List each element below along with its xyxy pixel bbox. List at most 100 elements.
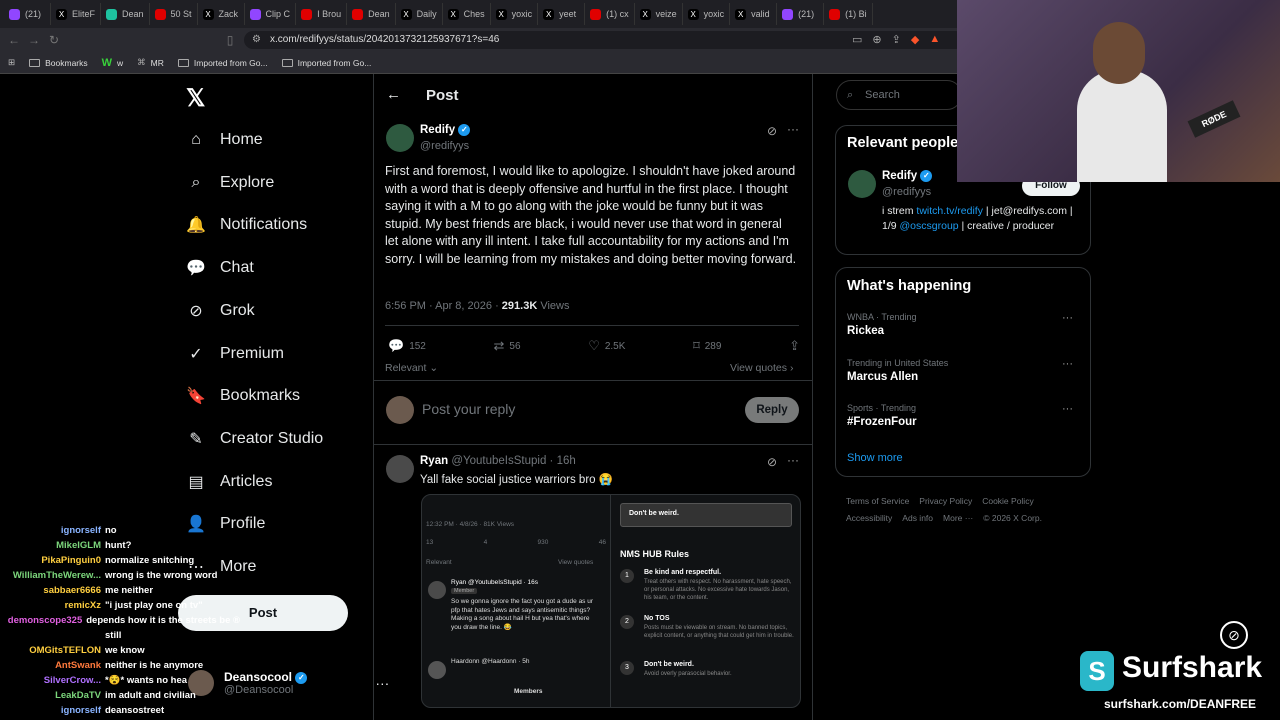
search-input[interactable]: ⌕ Search <box>836 80 962 110</box>
x-logo-icon[interactable]: 𝕏 <box>186 84 205 113</box>
chat-message: PikaPinguin0 normalize snitching <box>0 555 240 570</box>
browser-tab[interactable]: X Zack <box>198 3 245 25</box>
browser-tab[interactable]: (1) cx <box>585 3 635 25</box>
person-handle: @redifyys <box>882 186 932 198</box>
reply-input[interactable]: Post your reply <box>422 401 515 417</box>
footer-link[interactable]: Cookie Policy <box>982 496 1034 506</box>
more-dots-icon[interactable]: ··· <box>1062 312 1073 324</box>
site-info-icon[interactable]: ⚙ <box>252 31 261 49</box>
sidebar-item-explore[interactable]: ⌕ Explore <box>186 173 275 193</box>
browser-tab[interactable]: X EliteF <box>51 3 102 25</box>
trend-item[interactable]: WNBA · Trending Rickea ··· <box>847 312 1081 337</box>
reply-button[interactable]: Reply <box>745 397 799 423</box>
more-dots-icon[interactable]: ··· <box>787 453 799 467</box>
person-avatar[interactable] <box>848 170 876 198</box>
author-name-row[interactable]: Redify ✓ <box>420 124 471 136</box>
grok-icon[interactable]: ⊘ <box>767 455 777 469</box>
bio-link[interactable]: twitch.tv/redify <box>916 205 983 217</box>
bookmark-item[interactable]: Bookmarks <box>29 58 88 68</box>
sponsor-brand: Surfshark <box>1122 651 1263 684</box>
sidebar-item-grok[interactable]: ⊘ Grok <box>186 301 254 321</box>
surfshark-logo-icon: S <box>1080 651 1114 691</box>
sidebar-item-bookmarks[interactable]: 🔖 Bookmarks <box>186 386 300 406</box>
sidebar-item-premium[interactable]: ✓ Premium <box>186 344 284 364</box>
divider <box>373 444 813 445</box>
footer-link[interactable]: Ads info <box>902 513 933 523</box>
sort-dropdown[interactable]: Relevant ⌄ <box>385 362 438 374</box>
browser-tab[interactable]: (21) <box>777 3 825 25</box>
bookmark-item[interactable]: Imported from Go... <box>281 58 371 68</box>
browser-tab[interactable]: Dean <box>347 3 396 25</box>
browser-tab[interactable]: X Daily <box>396 3 443 25</box>
rule-item: 1 Be kind and respectful. Treat others wit… <box>620 569 798 615</box>
bookmark-item[interactable]: Ww <box>102 57 124 69</box>
share-icon[interactable]: ⇪ <box>789 338 800 354</box>
chat-username: AntSwank <box>55 660 101 671</box>
sidebar-item-creator-studio[interactable]: ✎ Creator Studio <box>186 429 323 449</box>
bookmark-item[interactable]: ⌘ MR <box>137 57 164 68</box>
footer-link[interactable]: Privacy Policy <box>919 496 972 506</box>
trend-item[interactable]: Trending in United States Marcus Allen ··· <box>847 358 1081 383</box>
back-arrow-icon[interactable]: ← <box>386 86 401 103</box>
more-dots-icon[interactable]: ··· <box>1062 358 1073 370</box>
footer-link[interactable]: More ··· <box>943 513 973 523</box>
browser-tab[interactable]: Dean <box>101 3 150 25</box>
chat-text: depends how it is the streets be ® <box>86 615 240 626</box>
more-dots-icon[interactable]: ··· <box>1062 403 1073 415</box>
bookmark-page-icon[interactable]: ▯ <box>220 33 240 47</box>
repost-action[interactable]: ⇄ 56 <box>494 338 521 354</box>
footer-link[interactable]: © 2026 X Corp. <box>983 513 1042 523</box>
browser-tab[interactable]: Xyoxic <box>491 3 539 25</box>
browser-tab[interactable]: Clip C <box>245 3 297 25</box>
youtube-icon <box>590 8 602 20</box>
bio-mention[interactable]: @oscsgroup <box>900 220 959 232</box>
reply-author-avatar[interactable] <box>386 455 414 483</box>
rule-title: Be kind and respectful. <box>644 569 722 576</box>
author-avatar[interactable] <box>386 124 414 152</box>
brave-shield-icon[interactable]: ◆ <box>911 33 919 46</box>
like-action[interactable]: ♡ 2.5K <box>588 338 625 354</box>
reply-action[interactable]: 💬 152 <box>388 338 426 354</box>
browser-tab[interactable]: X Ches <box>443 3 491 25</box>
more-dots-icon[interactable]: ··· <box>787 122 799 136</box>
browser-tab[interactable]: Xveize <box>635 3 683 25</box>
sidebar-item-articles[interactable]: ▤ Articles <box>186 472 272 492</box>
sidebar-item-home[interactable]: ⌂ Home <box>186 130 263 150</box>
grok-icon[interactable]: ⊘ <box>767 124 777 138</box>
forward-icon[interactable]: → <box>24 33 44 47</box>
browser-tab[interactable]: Xvalid <box>730 3 778 25</box>
cast-icon[interactable]: ▭ <box>852 33 862 46</box>
bookmark-item[interactable]: Imported from Go... <box>177 58 268 68</box>
browser-tab[interactable]: (1) Bi <box>824 3 873 25</box>
browser-tab[interactable]: Xyoxic <box>683 3 731 25</box>
footer-link[interactable]: Accessibility <box>846 513 892 523</box>
sidebar-item-chat[interactable]: 💬 Chat <box>186 258 254 278</box>
footer-link[interactable]: Terms of Service <box>846 496 909 506</box>
reload-icon[interactable]: ↻ <box>44 33 64 47</box>
share-icon[interactable]: ⇪ <box>892 33 901 46</box>
person-name[interactable]: Redify <box>882 170 917 182</box>
apps-grid-icon[interactable]: ⊞ <box>8 57 15 68</box>
trend-item[interactable]: Sports · Trending #FrozenFour ··· <box>847 403 1081 428</box>
back-icon[interactable]: ← <box>4 33 24 47</box>
x-icon: X <box>639 8 651 20</box>
chat-message: WilliamTheWerew... wrong is the wrong wor… <box>0 570 240 585</box>
rules-title: NMS HUB Rules <box>620 549 690 559</box>
rule-item: 2 No TOS Posts must be viewable on stream.… <box>620 615 798 661</box>
browser-tab[interactable]: I Brou <box>296 3 348 25</box>
sidebar-item-notifications[interactable]: 🔔 Notifications <box>186 215 307 235</box>
browser-tab[interactable]: (21) <box>4 3 51 25</box>
show-more-link[interactable]: Show more <box>847 452 903 464</box>
browser-tab[interactable]: Xyeet <box>538 3 586 25</box>
view-quotes-link[interactable]: View quotes › <box>730 362 793 374</box>
bookmark-action[interactable]: ⌑ 289 <box>693 338 721 354</box>
rewards-icon[interactable]: ▲ <box>929 33 940 46</box>
browser-tab[interactable]: 50 St <box>150 3 198 25</box>
post-time[interactable]: 6:56 PM · Apr 8, 2026 · <box>385 300 502 312</box>
reply-author-row[interactable]: Ryan @YoutubeIsStupid · 16h <box>420 455 576 467</box>
zoom-icon[interactable]: ⊕ <box>872 33 881 46</box>
chat-message: MikeIGLM hunt? <box>0 540 240 555</box>
embed-body: So we gonna ignore the fact you got a du… <box>451 598 594 631</box>
grok-float-icon[interactable]: ⊘ <box>1220 621 1248 649</box>
reply-image[interactable]: 12:32 PM · 4/8/26 · 81K Views 13 4 930 46 R… <box>421 494 801 708</box>
